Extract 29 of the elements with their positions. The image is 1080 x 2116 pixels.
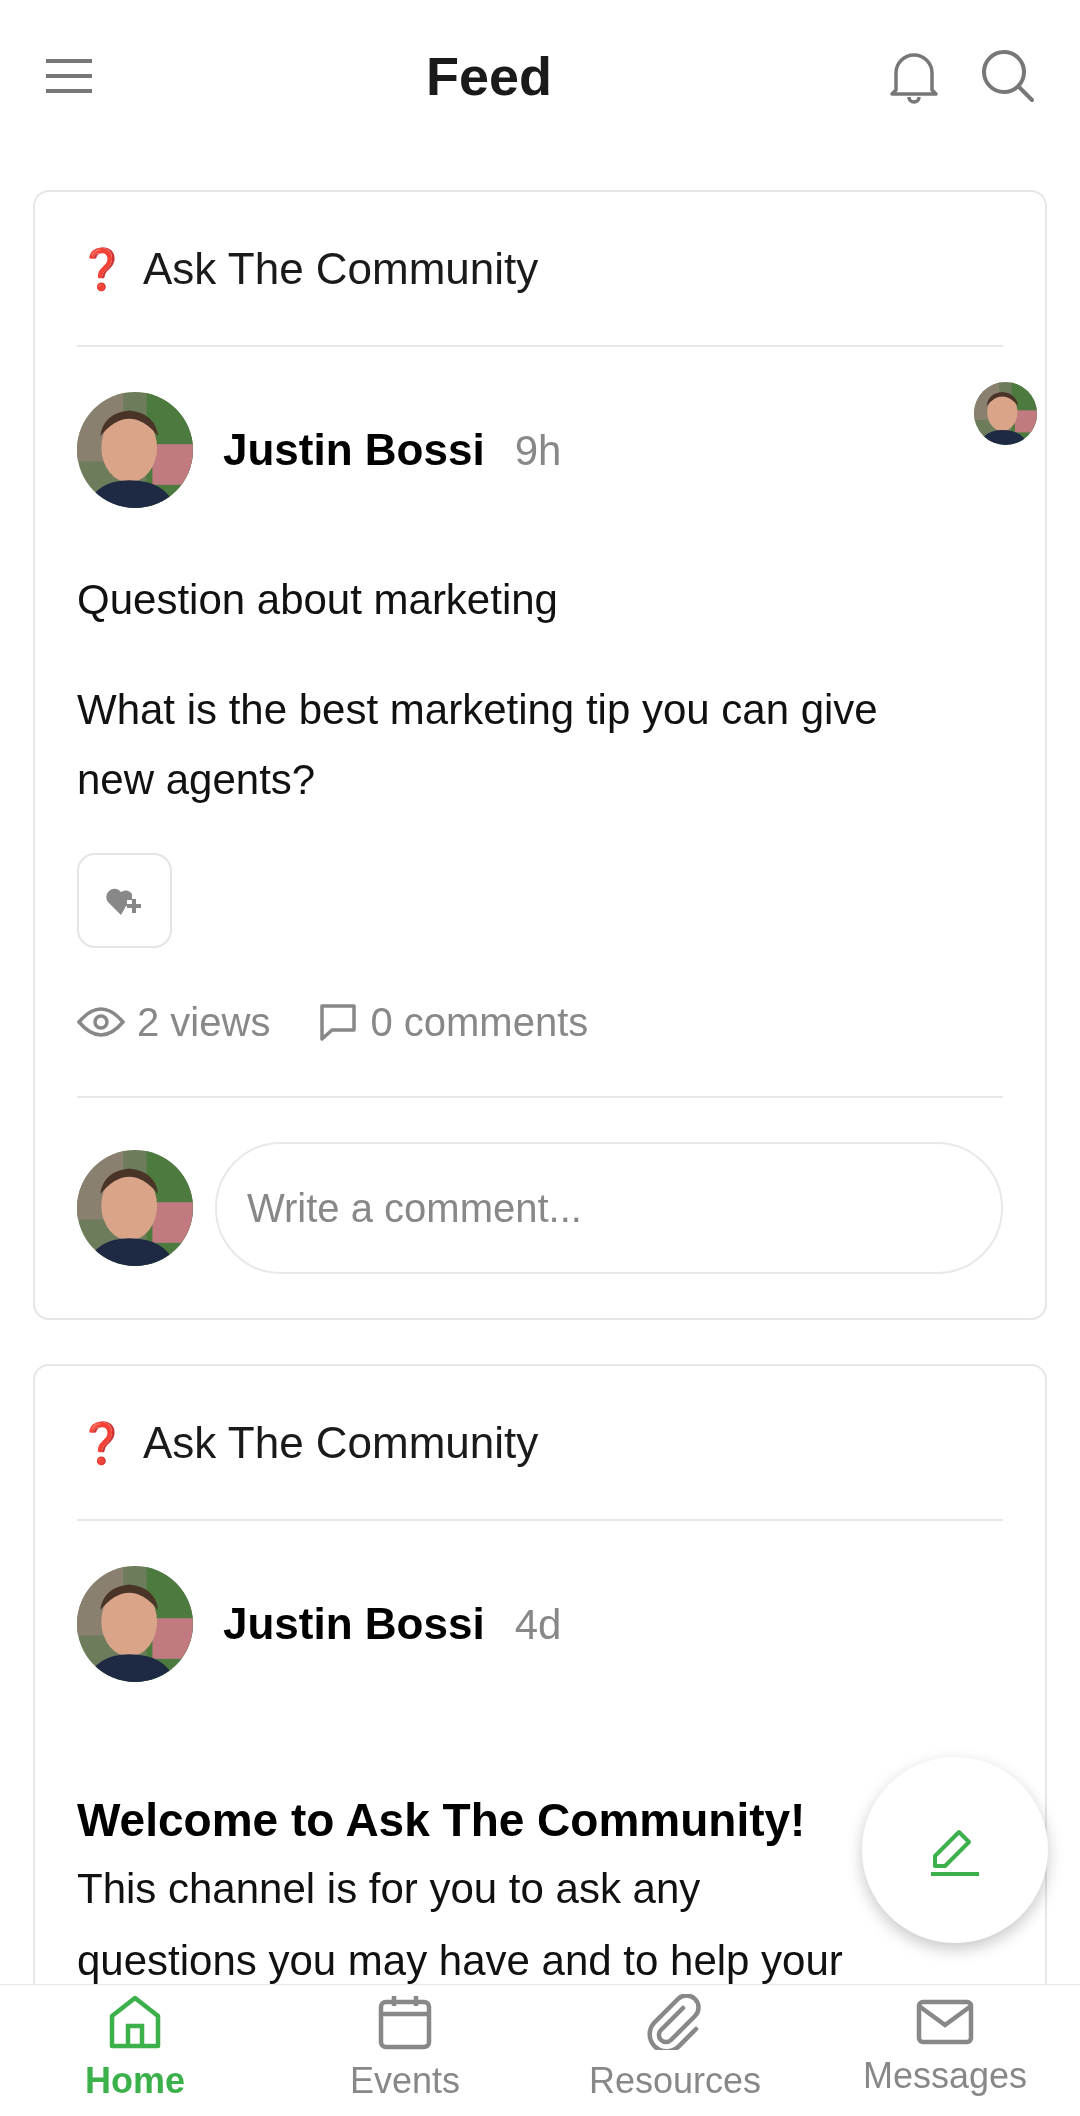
channel-name[interactable]: Ask The Community	[143, 1409, 539, 1476]
paperclip-icon	[647, 1993, 703, 2050]
eye-icon	[77, 1006, 125, 1038]
post-title: Question about marketing	[77, 575, 559, 625]
author-name[interactable]: Justin Bossi	[223, 417, 485, 483]
question-mark-icon: ❓	[77, 238, 127, 299]
post-text-line: This channel is for you to ask any	[77, 1864, 701, 1914]
comment-icon	[318, 1002, 359, 1042]
add-reaction-button[interactable]	[77, 853, 172, 948]
channel-name[interactable]: Ask The Community	[143, 235, 539, 302]
nav-tab[interactable]: Events	[270, 1985, 540, 2116]
comment-count: 0 comments	[370, 999, 589, 1046]
author-name[interactable]: Justin Bossi	[223, 1591, 485, 1657]
home-icon	[108, 1993, 162, 2050]
post-body: What is the best marketing tip you can give new agents?	[77, 685, 879, 805]
calendar-icon	[378, 1993, 432, 2050]
post-time: 9h	[514, 425, 562, 476]
page-title: Feed	[425, 45, 552, 106]
post-time: 4d	[514, 1599, 562, 1650]
menu-icon[interactable]	[44, 58, 94, 94]
comment-field[interactable]: Write a comment...	[215, 1142, 1003, 1274]
question-mark-icon: ❓	[77, 1412, 127, 1473]
post-text-line: questions you may have and to help your	[77, 1936, 843, 1984]
nav-tab[interactable]: Messages	[810, 1985, 1080, 2116]
search-icon[interactable]	[980, 48, 1036, 104]
nav-tab[interactable]: Resources	[540, 1985, 810, 2116]
post-heading: Welcome to Ask The Community!	[77, 1793, 806, 1848]
mail-icon	[916, 1998, 974, 2045]
view-count: 2 views	[137, 999, 271, 1046]
